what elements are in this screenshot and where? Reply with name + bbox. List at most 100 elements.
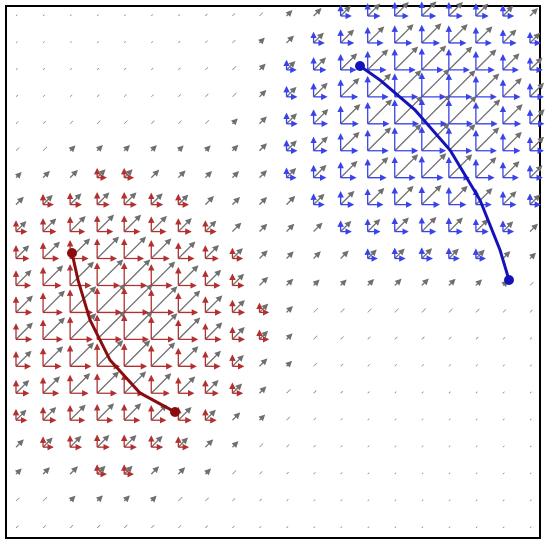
field-arrow <box>232 40 235 43</box>
field-arrow <box>368 280 374 286</box>
field-arrow <box>503 192 516 205</box>
field-arrow <box>124 170 132 178</box>
field-arrow <box>151 146 156 151</box>
field-arrow <box>178 219 191 232</box>
field-arrow <box>16 440 23 447</box>
field-arrow <box>341 192 354 205</box>
field-arrow <box>97 41 99 43</box>
field-arrow <box>503 309 506 312</box>
field-arrow <box>178 121 181 124</box>
field-arrow <box>178 14 180 16</box>
field-arrow <box>476 280 481 285</box>
field-arrow <box>16 246 28 258</box>
field-arrow <box>287 141 296 150</box>
field-arrow <box>232 498 235 501</box>
field-arrow <box>151 121 154 124</box>
field-arrow <box>422 337 425 340</box>
field-arrow <box>287 417 290 420</box>
field-arrow <box>314 280 319 285</box>
field-arrow <box>97 216 113 232</box>
field-arrow <box>287 252 293 258</box>
field-arrow <box>422 124 449 151</box>
field-arrow <box>395 71 421 97</box>
field-arrow <box>395 249 404 258</box>
field-arrow <box>124 467 131 474</box>
field-arrow <box>70 406 85 421</box>
field-arrow <box>16 526 18 528</box>
field-arrow <box>287 444 290 447</box>
field-arrow <box>287 307 293 313</box>
field-arrow <box>97 170 104 177</box>
field-arrow <box>503 162 519 178</box>
field-arrow <box>530 337 532 339</box>
field-arrow <box>422 309 426 313</box>
field-arrow <box>16 296 32 312</box>
field-arrow <box>259 305 267 313</box>
field-arrow <box>314 418 316 420</box>
field-arrow <box>449 97 476 124</box>
field-arrow <box>287 499 289 501</box>
field-arrow <box>43 15 44 16</box>
field-arrow <box>395 337 398 340</box>
field-arrow <box>259 278 267 286</box>
field-arrow <box>476 473 477 474</box>
field-arrow <box>476 500 477 501</box>
field-arrow <box>395 125 421 151</box>
field-arrow <box>16 469 21 474</box>
field-arrow <box>503 133 521 151</box>
field-arrow <box>97 525 100 528</box>
field-arrow <box>70 41 72 43</box>
field-arrow <box>43 266 62 285</box>
field-arrow <box>530 84 543 97</box>
field-arrow <box>449 125 475 151</box>
field-arrow <box>43 438 52 447</box>
field-arrow <box>422 419 424 421</box>
field-arrow <box>259 251 266 258</box>
field-arrow <box>70 171 77 178</box>
field-arrow <box>124 238 145 259</box>
field-arrow <box>449 392 451 394</box>
field-arrow <box>232 249 242 259</box>
field-arrow <box>476 364 478 366</box>
field-arrow <box>151 217 166 232</box>
field-arrow <box>178 318 199 339</box>
field-arrow <box>232 275 243 286</box>
field-arrow <box>232 442 237 447</box>
field-arrow <box>259 359 266 366</box>
field-arrow <box>124 341 149 366</box>
field-arrow <box>422 2 436 16</box>
field-arrow <box>503 500 504 501</box>
field-arrow <box>70 343 93 366</box>
field-arrow <box>341 473 343 475</box>
field-arrow <box>178 291 199 312</box>
field-arrow <box>314 224 322 232</box>
field-arrow <box>205 120 209 124</box>
field-arrow <box>232 224 240 232</box>
field-arrow <box>449 280 455 286</box>
field-arrow <box>16 198 23 205</box>
field-arrow <box>287 62 295 70</box>
field-arrow <box>422 473 423 474</box>
field-arrow <box>178 171 184 177</box>
field-arrow <box>314 195 324 205</box>
field-arrow <box>151 467 158 474</box>
field-arrow <box>368 419 370 421</box>
field-arrow <box>530 34 539 43</box>
field-arrow <box>232 384 241 393</box>
field-arrow <box>124 193 135 204</box>
field-arrow <box>70 217 85 232</box>
field-arrow <box>151 262 174 285</box>
field-arrow <box>395 500 396 501</box>
field-arrow <box>287 389 291 393</box>
field-arrow <box>43 318 64 339</box>
field-arrow <box>422 279 428 285</box>
field-arrow <box>476 128 498 150</box>
field-arrow <box>449 250 458 259</box>
field-arrow <box>287 36 294 43</box>
vector-field-plot <box>0 0 546 544</box>
field-arrow <box>368 250 376 258</box>
field-arrow <box>70 314 95 339</box>
field-arrow <box>259 198 266 205</box>
field-arrow <box>151 343 174 366</box>
field-arrow <box>476 392 478 394</box>
